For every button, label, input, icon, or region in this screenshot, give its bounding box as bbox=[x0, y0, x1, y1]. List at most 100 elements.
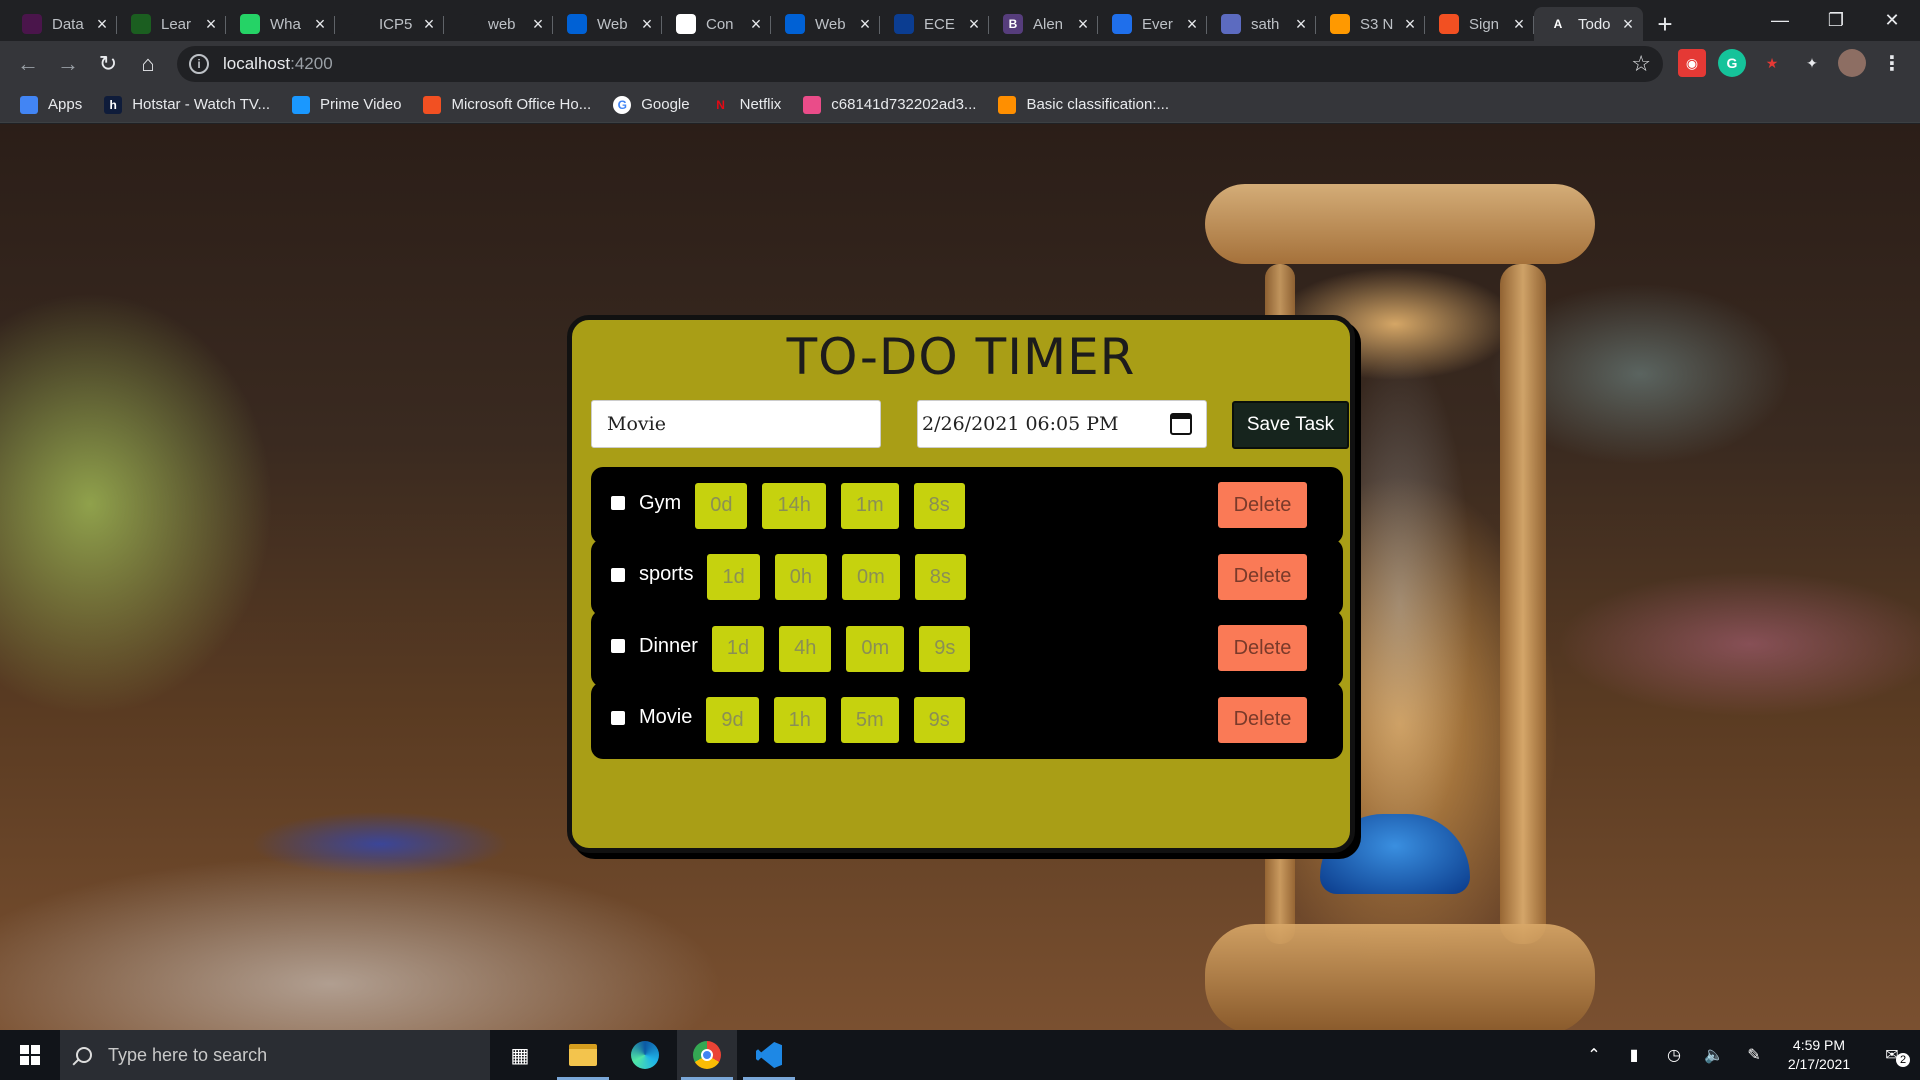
tab-title: web bbox=[488, 15, 516, 33]
battery-icon[interactable]: ▮ bbox=[1614, 1045, 1654, 1065]
prime-video-icon bbox=[292, 95, 311, 114]
file-explorer-icon[interactable] bbox=[553, 1030, 613, 1080]
browser-tab[interactable]: B Alen × bbox=[989, 7, 1098, 41]
bookmark-star-icon[interactable]: ☆ bbox=[1631, 51, 1651, 77]
tab-title: ICP5 bbox=[379, 15, 413, 33]
tab-close-icon[interactable]: × bbox=[529, 14, 547, 35]
extensions-puzzle-icon[interactable]: ✦ bbox=[1798, 49, 1826, 77]
delete-task-button[interactable]: Delete bbox=[1218, 482, 1307, 528]
browser-tab[interactable]: ECE × bbox=[880, 7, 989, 41]
task-checkbox[interactable] bbox=[611, 710, 625, 725]
tab-close-icon[interactable]: × bbox=[638, 14, 656, 35]
tab-close-icon[interactable]: × bbox=[311, 14, 329, 35]
tab-close-icon[interactable]: × bbox=[1183, 14, 1201, 35]
browser-tab[interactable]: Lear × bbox=[117, 7, 226, 41]
notification-count: 2 bbox=[1896, 1053, 1910, 1067]
tab-close-icon[interactable]: × bbox=[1619, 14, 1637, 35]
bookmark-item[interactable]: G Google bbox=[613, 95, 690, 114]
task-name-input[interactable] bbox=[591, 400, 881, 448]
bookmark-item[interactable]: c68141d732202ad3... bbox=[803, 95, 976, 114]
forward-button[interactable]: → bbox=[48, 44, 88, 84]
browser-tab[interactable]: Web × bbox=[553, 7, 662, 41]
site-info-icon[interactable]: i bbox=[189, 54, 209, 74]
edge-browser-icon[interactable] bbox=[615, 1030, 675, 1080]
taskbar-clock[interactable]: 4:59 PM 2/17/2021 bbox=[1774, 1036, 1864, 1074]
volume-icon[interactable]: 🔈 bbox=[1694, 1045, 1734, 1065]
close-window-button[interactable]: ✕ bbox=[1864, 0, 1920, 40]
red-extension-icon[interactable]: ★ bbox=[1758, 49, 1786, 77]
tab-close-icon[interactable]: × bbox=[856, 14, 874, 35]
background-hourglass-base bbox=[1205, 924, 1595, 1030]
grammarly-extension-icon[interactable]: G bbox=[1718, 49, 1746, 77]
tab-close-icon[interactable]: × bbox=[747, 14, 765, 35]
maximize-button[interactable]: ❐ bbox=[1808, 0, 1864, 40]
tab-close-icon[interactable]: × bbox=[1074, 14, 1092, 35]
home-button[interactable]: ⌂ bbox=[128, 44, 168, 84]
task-checkbox[interactable] bbox=[611, 567, 625, 582]
browser-tab[interactable]: web × bbox=[444, 7, 553, 41]
tab-close-icon[interactable]: × bbox=[202, 14, 220, 35]
bookmark-item[interactable]: N Netflix bbox=[712, 96, 781, 114]
omnibox[interactable]: i localhost:4200 ☆ bbox=[177, 46, 1663, 82]
bookmark-item[interactable]: Prime Video bbox=[292, 95, 401, 114]
task-name: Gym bbox=[639, 491, 682, 514]
reload-button[interactable]: ↻ bbox=[88, 44, 128, 84]
calendar-icon[interactable] bbox=[1170, 413, 1192, 435]
bookmark-item[interactable]: Apps bbox=[20, 95, 82, 114]
task-row: Movie 9d 1h 5m 9s Delete bbox=[591, 681, 1343, 759]
browser-tab[interactable]: Data × bbox=[8, 7, 117, 41]
browser-menu-icon[interactable]: ⋮ bbox=[1878, 49, 1906, 77]
delete-task-button[interactable]: Delete bbox=[1218, 553, 1307, 600]
bookmark-item[interactable]: Microsoft Office Ho... bbox=[423, 95, 591, 114]
apps-grid-icon bbox=[20, 95, 38, 114]
start-button[interactable] bbox=[0, 1030, 60, 1080]
notifications-icon[interactable]: ✉ 2 bbox=[1864, 1045, 1920, 1067]
profile-avatar[interactable] bbox=[1838, 49, 1866, 77]
minimize-button[interactable]: — bbox=[1752, 0, 1808, 40]
task-view-icon[interactable]: ▦ bbox=[490, 1030, 550, 1080]
browser-tab[interactable]: Sign × bbox=[1425, 7, 1534, 41]
chart-icon bbox=[676, 14, 696, 34]
taskbar-search-box[interactable]: Type here to search bbox=[60, 1030, 490, 1080]
browser-tab[interactable]: sath × bbox=[1207, 7, 1316, 41]
tab-close-icon[interactable]: × bbox=[93, 14, 111, 35]
browser-tab[interactable]: A Todo × bbox=[1534, 7, 1643, 41]
vscode-icon[interactable] bbox=[739, 1030, 799, 1080]
google-icon: G bbox=[613, 95, 632, 114]
browser-tab[interactable]: Ever × bbox=[1098, 7, 1207, 41]
tab-close-icon[interactable]: × bbox=[965, 14, 983, 35]
tab-strip: Data × Lear × Wha × ICP5 × web × Web × Con × Web × ECE × B… bbox=[0, 7, 1643, 41]
leaf-icon bbox=[131, 14, 151, 34]
browser-tab[interactable]: Web × bbox=[771, 7, 880, 41]
delete-task-button[interactable]: Delete bbox=[1218, 696, 1307, 743]
box-icon bbox=[785, 14, 805, 34]
pocket-extension-icon[interactable]: ◉ bbox=[1678, 49, 1706, 77]
browser-tab[interactable]: S3 N × bbox=[1316, 7, 1425, 41]
chrome-browser-icon[interactable] bbox=[677, 1030, 737, 1080]
due-date-input[interactable]: 2/26/2021 06:05 PM bbox=[917, 400, 1207, 448]
seconds-remaining: 9s bbox=[919, 625, 971, 672]
delete-task-button[interactable]: Delete bbox=[1218, 625, 1307, 671]
angular-icon: A bbox=[1548, 14, 1568, 34]
wifi-icon[interactable]: ◷ bbox=[1654, 1045, 1694, 1065]
windows-logo-icon bbox=[20, 1045, 40, 1065]
task-checkbox[interactable] bbox=[611, 496, 625, 510]
days-remaining: 1d bbox=[707, 554, 760, 600]
new-tab-button[interactable]: + bbox=[1643, 7, 1687, 41]
browser-tab[interactable]: Wha × bbox=[226, 7, 335, 41]
pen-icon[interactable]: ✎ bbox=[1734, 1045, 1774, 1065]
browser-tab[interactable]: Con × bbox=[662, 7, 771, 41]
bookmark-item[interactable]: h Hotstar - Watch TV... bbox=[104, 95, 270, 114]
bookmark-item[interactable]: Basic classification:... bbox=[998, 95, 1169, 114]
back-button[interactable]: ← bbox=[8, 44, 48, 84]
tab-close-icon[interactable]: × bbox=[1292, 14, 1310, 35]
task-checkbox[interactable] bbox=[611, 639, 625, 653]
save-task-button[interactable]: Save Task bbox=[1232, 401, 1349, 449]
dribbble-icon bbox=[803, 95, 822, 114]
browser-tab[interactable]: ICP5 × bbox=[335, 7, 444, 41]
tab-close-icon[interactable]: × bbox=[1510, 14, 1528, 35]
tab-close-icon[interactable]: × bbox=[1401, 14, 1419, 35]
tab-close-icon[interactable]: × bbox=[420, 14, 438, 35]
days-remaining: 1d bbox=[711, 625, 765, 672]
show-hidden-icons-chevron[interactable]: ⌃ bbox=[1574, 1045, 1614, 1065]
